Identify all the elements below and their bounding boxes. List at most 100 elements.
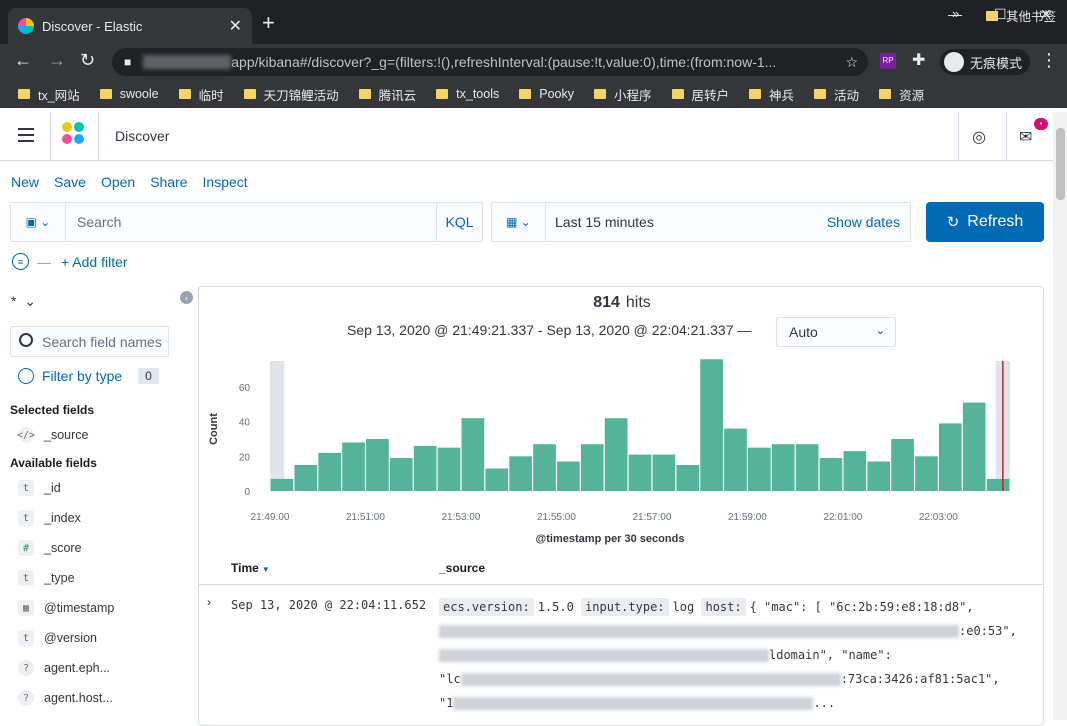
newsfeed-mail-icon[interactable]: ✉ xyxy=(1019,127,1032,147)
bookmark-item[interactable]: tx_tools xyxy=(436,87,499,101)
extension-rp-icon[interactable]: RP xyxy=(880,53,896,69)
breadcrumb: Discover xyxy=(115,128,170,144)
bookmark-item[interactable]: 天刀锦鲤活动 xyxy=(243,85,339,104)
histogram-bar[interactable] xyxy=(938,423,962,491)
histogram-bar[interactable] xyxy=(676,465,700,491)
field-item[interactable]: t _type xyxy=(18,570,75,586)
page-scrollbar[interactable] xyxy=(1053,112,1067,720)
bookmark-item[interactable]: 居转户 xyxy=(671,85,729,104)
new-tab-icon[interactable]: + xyxy=(262,12,275,34)
nav-share-link[interactable]: Share xyxy=(150,174,187,190)
field-item[interactable]: t @version xyxy=(18,630,97,646)
incognito-indicator[interactable]: 无痕模式 xyxy=(940,49,1031,75)
filter-options-icon[interactable]: ≡ xyxy=(12,253,29,270)
histogram-bar[interactable] xyxy=(318,452,342,491)
field-item[interactable]: </> _source xyxy=(17,427,88,443)
histogram-bar[interactable] xyxy=(413,445,437,491)
field-item[interactable]: ? agent.eph... xyxy=(18,660,110,676)
histogram-bar[interactable] xyxy=(891,439,914,491)
extensions-puzzle-icon[interactable]: ✚ xyxy=(912,50,925,70)
bookmark-item[interactable]: 资源 xyxy=(879,85,924,104)
histogram-bar[interactable] xyxy=(485,468,509,491)
bookmark-item[interactable]: 活动 xyxy=(814,85,859,104)
histogram-bar[interactable] xyxy=(270,478,294,491)
bookmark-item[interactable]: tx_网站 xyxy=(18,85,80,104)
expand-row-icon[interactable]: › xyxy=(207,595,211,609)
elastic-logo-icon[interactable] xyxy=(62,122,86,148)
search-icon xyxy=(19,333,33,347)
bookmark-item[interactable]: 临时 xyxy=(178,85,224,104)
search-input[interactable]: Search xyxy=(77,214,121,230)
histogram-bar[interactable] xyxy=(867,461,891,491)
bookmarks-more[interactable]: » xyxy=(952,6,959,21)
tab-close-icon[interactable]: ✕ xyxy=(229,16,242,36)
histogram-bar[interactable] xyxy=(652,454,676,491)
browser-tab[interactable]: Discover - Elastic ✕ xyxy=(8,8,252,44)
address-bar[interactable]: ■ app/kibana#/discover?_g=(filters:!(),r… xyxy=(112,48,868,76)
histogram-bar[interactable] xyxy=(628,454,652,491)
field-item[interactable]: t _id xyxy=(18,480,61,496)
histogram-bar[interactable] xyxy=(748,447,771,491)
saved-query-button[interactable]: ▣ ⌄ xyxy=(11,203,66,241)
histogram-bar[interactable] xyxy=(389,458,413,491)
other-bookmarks[interactable]: 其他书签 xyxy=(986,6,1056,25)
histogram-bar[interactable] xyxy=(819,458,843,491)
add-filter-button[interactable]: + Add filter xyxy=(61,254,128,270)
histogram-bar[interactable] xyxy=(580,444,604,491)
bookmark-item[interactable]: 神兵 xyxy=(749,85,794,104)
bookmark-star-icon[interactable]: ☆ xyxy=(845,54,858,71)
nav-save-link[interactable]: Save xyxy=(54,174,86,190)
bookmark-item[interactable]: Pooky xyxy=(519,87,574,101)
interval-select[interactable]: Auto ⌄ xyxy=(776,317,896,347)
histogram-bar[interactable] xyxy=(342,442,365,491)
time-column-header[interactable]: Time ▼ xyxy=(231,561,270,575)
histogram-bar[interactable] xyxy=(461,418,485,491)
kql-toggle-button[interactable]: KQL xyxy=(436,203,482,241)
histogram-bar[interactable] xyxy=(771,444,795,491)
bookmark-item[interactable]: 小程序 xyxy=(594,85,652,104)
field-search-input[interactable]: Search field names xyxy=(10,326,169,357)
filter-by-type-button[interactable]: Filter by type 0 xyxy=(18,368,159,384)
refresh-button[interactable]: ↻ Refresh xyxy=(926,202,1044,242)
show-dates-link[interactable]: Show dates xyxy=(827,214,900,230)
histogram-bar[interactable] xyxy=(986,478,1010,491)
bookmarks-bar: tx_网站 swoole 临时 天刀锦鲤活动 腾讯云 tx_tools Pooky 小程序 居转… xyxy=(0,80,1067,108)
histogram-bar[interactable] xyxy=(366,439,389,491)
field-item[interactable]: # _score xyxy=(18,540,82,556)
field-item[interactable]: ▦ @timestamp xyxy=(18,600,114,616)
nav-new-link[interactable]: New xyxy=(11,174,39,190)
reload-icon[interactable]: ↻ xyxy=(80,50,95,71)
index-pattern-selector[interactable]: * ⌄ xyxy=(11,293,36,310)
field-item[interactable]: t _index xyxy=(18,510,81,526)
histogram-bar[interactable] xyxy=(294,465,318,491)
histogram-chart[interactable]: 0 20 40 60 21:49:00 21:51:00 21:53:00 21:55:00 2… xyxy=(199,347,1043,547)
field-type-icon: </> xyxy=(17,427,35,443)
nav-inspect-link[interactable]: Inspect xyxy=(203,174,248,190)
quick-menu-button[interactable]: ▦ ⌄ xyxy=(492,203,546,241)
histogram-bar[interactable] xyxy=(437,447,461,491)
scrollbar-thumb[interactable] xyxy=(1056,128,1065,200)
collapse-sidebar-icon[interactable]: ‹ xyxy=(180,291,193,304)
sort-desc-icon[interactable]: ▼ xyxy=(262,565,270,574)
bookmark-item[interactable]: swoole xyxy=(99,87,159,101)
time-range-label[interactable]: Last 15 minutes xyxy=(555,214,654,230)
incognito-label: 无痕模式 xyxy=(970,55,1023,71)
bookmark-item[interactable]: 腾讯云 xyxy=(358,85,416,104)
forward-icon[interactable]: → xyxy=(48,50,66,71)
histogram-bar[interactable] xyxy=(915,456,938,491)
menu-hamburger-icon[interactable] xyxy=(18,128,34,142)
histogram-bar[interactable] xyxy=(557,461,580,491)
histogram-bar[interactable] xyxy=(533,444,556,491)
browser-menu-icon[interactable]: ⋮ xyxy=(1040,50,1058,71)
histogram-bar[interactable] xyxy=(962,402,986,491)
help-icon[interactable]: ◎ xyxy=(972,127,986,147)
histogram-bar[interactable] xyxy=(604,418,628,491)
histogram-bar[interactable] xyxy=(795,444,819,491)
histogram-bar[interactable] xyxy=(509,456,532,491)
histogram-bar[interactable] xyxy=(724,428,747,491)
field-item[interactable]: ? agent.host... xyxy=(18,690,113,706)
nav-open-link[interactable]: Open xyxy=(101,174,135,190)
histogram-bar[interactable] xyxy=(700,359,723,491)
back-icon[interactable]: ← xyxy=(14,50,32,71)
histogram-bar[interactable] xyxy=(843,451,867,491)
